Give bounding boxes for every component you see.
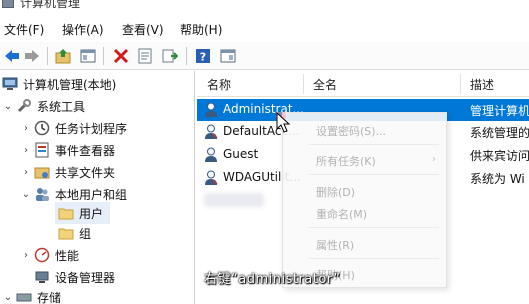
performance-gauge-icon bbox=[34, 247, 50, 263]
device-manager-icon bbox=[35, 271, 49, 283]
back-arrow-icon[interactable] bbox=[2, 46, 22, 66]
tree-node-shared-folders[interactable]: › 共享文件夹 bbox=[20, 161, 115, 183]
column-header-full-name[interactable]: 全名 bbox=[313, 76, 337, 93]
row-description: 系统为 Wi bbox=[470, 172, 525, 186]
mouse-cursor-icon bbox=[276, 112, 291, 133]
context-menu-delete[interactable]: 删除(D) bbox=[316, 184, 355, 200]
shared-folder-icon bbox=[34, 167, 50, 179]
computer-management-icon bbox=[2, 0, 14, 8]
computer-management-icon bbox=[2, 77, 18, 90]
tree-node-event-viewer[interactable]: › 事件查看器 bbox=[20, 139, 115, 161]
context-menu-all-tasks[interactable]: 所有任务(K) bbox=[316, 153, 376, 169]
chevron-right-icon[interactable]: › bbox=[20, 145, 32, 156]
storage-icon bbox=[16, 293, 32, 302]
tools-icon bbox=[17, 99, 31, 113]
tree-label-performance: 性能 bbox=[55, 248, 80, 263]
folder-icon bbox=[58, 208, 74, 220]
tree-node-groups[interactable]: 组 bbox=[58, 222, 91, 244]
help-icon[interactable]: ? bbox=[193, 46, 213, 66]
context-menu-rename[interactable]: 重命名(M) bbox=[316, 206, 367, 222]
properties-icon[interactable] bbox=[135, 46, 155, 66]
tree-node-root[interactable]: 计算机管理(本地) bbox=[2, 73, 116, 95]
context-menu-separator bbox=[309, 227, 439, 228]
up-folder-icon[interactable] bbox=[53, 46, 73, 66]
context-menu-set-password[interactable]: 设置密码(S)... bbox=[316, 123, 386, 139]
blurred-row bbox=[204, 193, 264, 207]
tree-label-groups: 组 bbox=[79, 226, 92, 241]
delete-icon[interactable] bbox=[111, 46, 131, 66]
forward-arrow-icon[interactable] bbox=[22, 46, 42, 66]
menu-help[interactable]: 帮助(H) bbox=[180, 21, 222, 38]
row-description: 供来宾访问 bbox=[470, 149, 529, 163]
user-icon bbox=[205, 124, 218, 139]
chevron-right-icon[interactable]: › bbox=[20, 123, 32, 134]
toolbar-separator bbox=[186, 47, 187, 65]
context-menu-separator bbox=[309, 174, 439, 175]
tree-label-local-users-groups: 本地用户和组 bbox=[55, 187, 128, 202]
tree-label-event-viewer: 事件查看器 bbox=[55, 143, 116, 158]
column-divider[interactable] bbox=[460, 74, 461, 94]
chevron-down-icon[interactable]: ⌄ bbox=[2, 292, 14, 303]
tree-label-system-tools: 系统工具 bbox=[37, 99, 86, 114]
tree-label-users: 用户 bbox=[79, 206, 104, 221]
row-description: 管理计算机 bbox=[470, 104, 529, 118]
export-list-icon[interactable] bbox=[160, 46, 180, 66]
tree-node-task-scheduler[interactable]: › 任务计划程序 bbox=[20, 117, 127, 139]
menu-file[interactable]: 文件(F) bbox=[4, 21, 44, 38]
column-divider[interactable] bbox=[303, 74, 304, 94]
menu-bar: 文件(F) 操作(A) 查看(V) 帮助(H) bbox=[0, 16, 529, 42]
toolbar: ? bbox=[0, 42, 529, 70]
tree-node-users[interactable]: 用户 bbox=[55, 202, 110, 224]
column-header-description[interactable]: 描述 bbox=[470, 76, 494, 93]
user-icon bbox=[205, 147, 217, 162]
folder-icon bbox=[58, 228, 74, 240]
tree-label-shared-folders: 共享文件夹 bbox=[55, 165, 116, 180]
show-hide-action-pane-icon[interactable] bbox=[218, 46, 238, 66]
context-menu-separator bbox=[309, 144, 439, 145]
svg-text:?: ? bbox=[200, 51, 206, 64]
row-description: 系统管理的 bbox=[470, 126, 529, 140]
submenu-arrow-icon: › bbox=[432, 154, 436, 165]
column-header-name[interactable]: 名称 bbox=[207, 76, 231, 93]
users-group-icon bbox=[36, 188, 49, 201]
caption-overlay: 右键“administrator” bbox=[204, 272, 341, 287]
user-icon bbox=[205, 170, 218, 185]
context-menu-separator bbox=[309, 258, 439, 259]
tree-node-system-tools[interactable]: ⌄ 系统工具 bbox=[2, 95, 85, 117]
tree-label-root: 计算机管理(本地) bbox=[23, 77, 117, 92]
tree-label-storage: 存储 bbox=[37, 290, 62, 304]
console-tree: 计算机管理(本地) ⌄ 系统工具 › 任务计划程序 › 事件查看器 › 共享文件… bbox=[0, 71, 195, 304]
chevron-down-icon[interactable]: ⌄ bbox=[2, 101, 14, 112]
title-bar: 计算机管理 bbox=[0, 0, 529, 14]
menu-view[interactable]: 查看(V) bbox=[122, 21, 164, 38]
chevron-right-icon[interactable]: › bbox=[20, 167, 32, 178]
context-menu: 设置密码(S)... 所有任务(K) › 删除(D) 重命名(M) 属性(R) … bbox=[282, 112, 447, 288]
toolbar-separator bbox=[103, 47, 104, 65]
clock-icon bbox=[34, 120, 50, 136]
chevron-down-icon[interactable]: ⌄ bbox=[20, 189, 32, 200]
chevron-right-icon[interactable]: › bbox=[20, 250, 32, 261]
tree-node-storage[interactable]: ⌄ 存储 bbox=[2, 286, 61, 304]
tree-node-device-manager[interactable]: 设备管理器 bbox=[34, 266, 115, 288]
tree-label-device-manager: 设备管理器 bbox=[55, 270, 116, 285]
tree-node-performance[interactable]: › 性能 bbox=[20, 244, 79, 266]
context-menu-properties[interactable]: 属性(R) bbox=[316, 237, 354, 253]
window-title: 计算机管理 bbox=[20, 0, 81, 10]
user-icon bbox=[205, 102, 217, 117]
event-log-icon bbox=[35, 142, 49, 158]
show-hide-tree-icon[interactable] bbox=[78, 46, 98, 66]
toolbar-separator bbox=[47, 47, 48, 65]
menu-action[interactable]: 操作(A) bbox=[62, 21, 104, 38]
list-header: 名称 全名 描述 bbox=[197, 71, 529, 97]
tree-label-task-scheduler: 任务计划程序 bbox=[55, 121, 128, 136]
